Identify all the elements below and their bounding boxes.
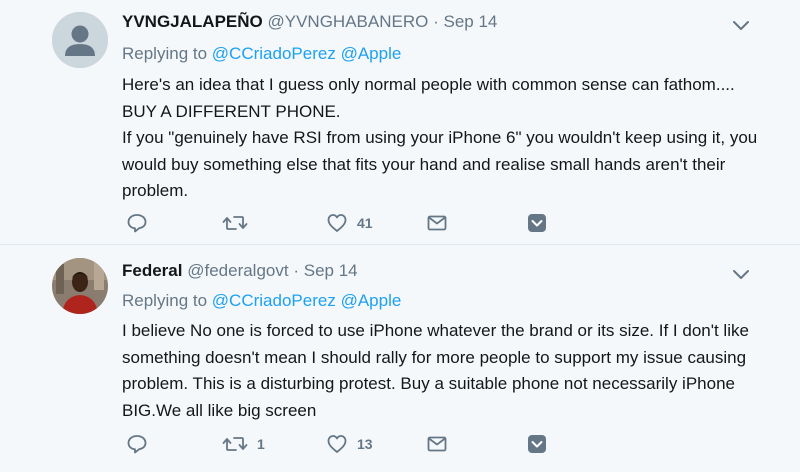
tweet-action-menu-icon xyxy=(528,214,546,232)
separator-dot: · xyxy=(433,12,439,31)
like-icon xyxy=(327,435,347,453)
mention-link[interactable]: @CCriadoPerez xyxy=(212,291,336,310)
avatar-photo[interactable] xyxy=(52,258,108,314)
caret-down-icon[interactable] xyxy=(732,20,750,32)
user-handle[interactable]: @federalgovt xyxy=(187,261,288,280)
tweet-actions: 41 xyxy=(122,211,562,235)
reply-button[interactable] xyxy=(126,432,157,456)
more-actions-button[interactable] xyxy=(526,432,548,456)
tweet-text-line: Here's an idea that I guess only normal … xyxy=(122,75,735,121)
like-count: 41 xyxy=(357,215,373,231)
profile-photo xyxy=(52,258,108,314)
mention-link[interactable]: @Apple xyxy=(341,291,402,310)
tweet-date[interactable]: Sep 14 xyxy=(304,261,358,280)
retweet-button[interactable]: 1 xyxy=(222,432,265,456)
reply-icon xyxy=(127,435,147,454)
dm-icon xyxy=(427,215,447,231)
mention-link[interactable]: @Apple xyxy=(341,44,402,63)
avatar-default[interactable] xyxy=(52,12,108,68)
replying-to: Replying to @CCriadoPerez @Apple xyxy=(122,291,401,311)
tweet-date[interactable]: Sep 14 xyxy=(443,12,497,31)
like-button[interactable]: 41 xyxy=(326,211,373,235)
dm-icon xyxy=(427,436,447,452)
replying-prefix: Replying to xyxy=(122,44,208,63)
display-name[interactable]: Federal xyxy=(122,261,182,280)
tweet-text-line: If you "genuinely have RSI from using yo… xyxy=(122,128,758,200)
tweet-1[interactable]: YVNGJALAPEÑO @YVNGHABANERO · Sep 14 Repl… xyxy=(0,0,800,245)
retweet-count: 1 xyxy=(257,436,265,452)
tweet-2[interactable]: Federal @federalgovt · Sep 14 Replying t… xyxy=(0,245,800,472)
retweet-icon xyxy=(222,437,248,451)
tweet-header: Federal @federalgovt · Sep 14 xyxy=(122,261,358,281)
reply-button[interactable] xyxy=(126,211,157,235)
like-count: 13 xyxy=(357,436,373,452)
tweet-action-menu-icon xyxy=(528,435,546,453)
like-icon xyxy=(327,214,347,232)
user-handle[interactable]: @YVNGHABANERO xyxy=(267,12,428,31)
reply-icon xyxy=(127,214,147,233)
default-profile-icon xyxy=(52,12,108,68)
like-button[interactable]: 13 xyxy=(326,432,373,456)
tweet-actions: 1 13 xyxy=(122,432,562,456)
tweet-text-line: I believe No one is forced to use iPhone… xyxy=(122,321,749,420)
direct-message-button[interactable] xyxy=(426,211,448,235)
display-name[interactable]: YVNGJALAPEÑO xyxy=(122,12,263,31)
tweet-text: I believe No one is forced to use iPhone… xyxy=(122,318,762,424)
retweet-icon xyxy=(222,216,248,230)
tweet-header: YVNGJALAPEÑO @YVNGHABANERO · Sep 14 xyxy=(122,12,497,32)
direct-message-button[interactable] xyxy=(426,432,448,456)
retweet-button[interactable] xyxy=(222,211,257,235)
replying-to: Replying to @CCriadoPerez @Apple xyxy=(122,44,401,64)
separator-dot: · xyxy=(293,261,299,280)
caret-down-icon[interactable] xyxy=(732,269,750,281)
more-actions-button[interactable] xyxy=(526,211,548,235)
replying-prefix: Replying to xyxy=(122,291,208,310)
mention-link[interactable]: @CCriadoPerez xyxy=(212,44,336,63)
tweet-text: Here's an idea that I guess only normal … xyxy=(122,72,762,205)
